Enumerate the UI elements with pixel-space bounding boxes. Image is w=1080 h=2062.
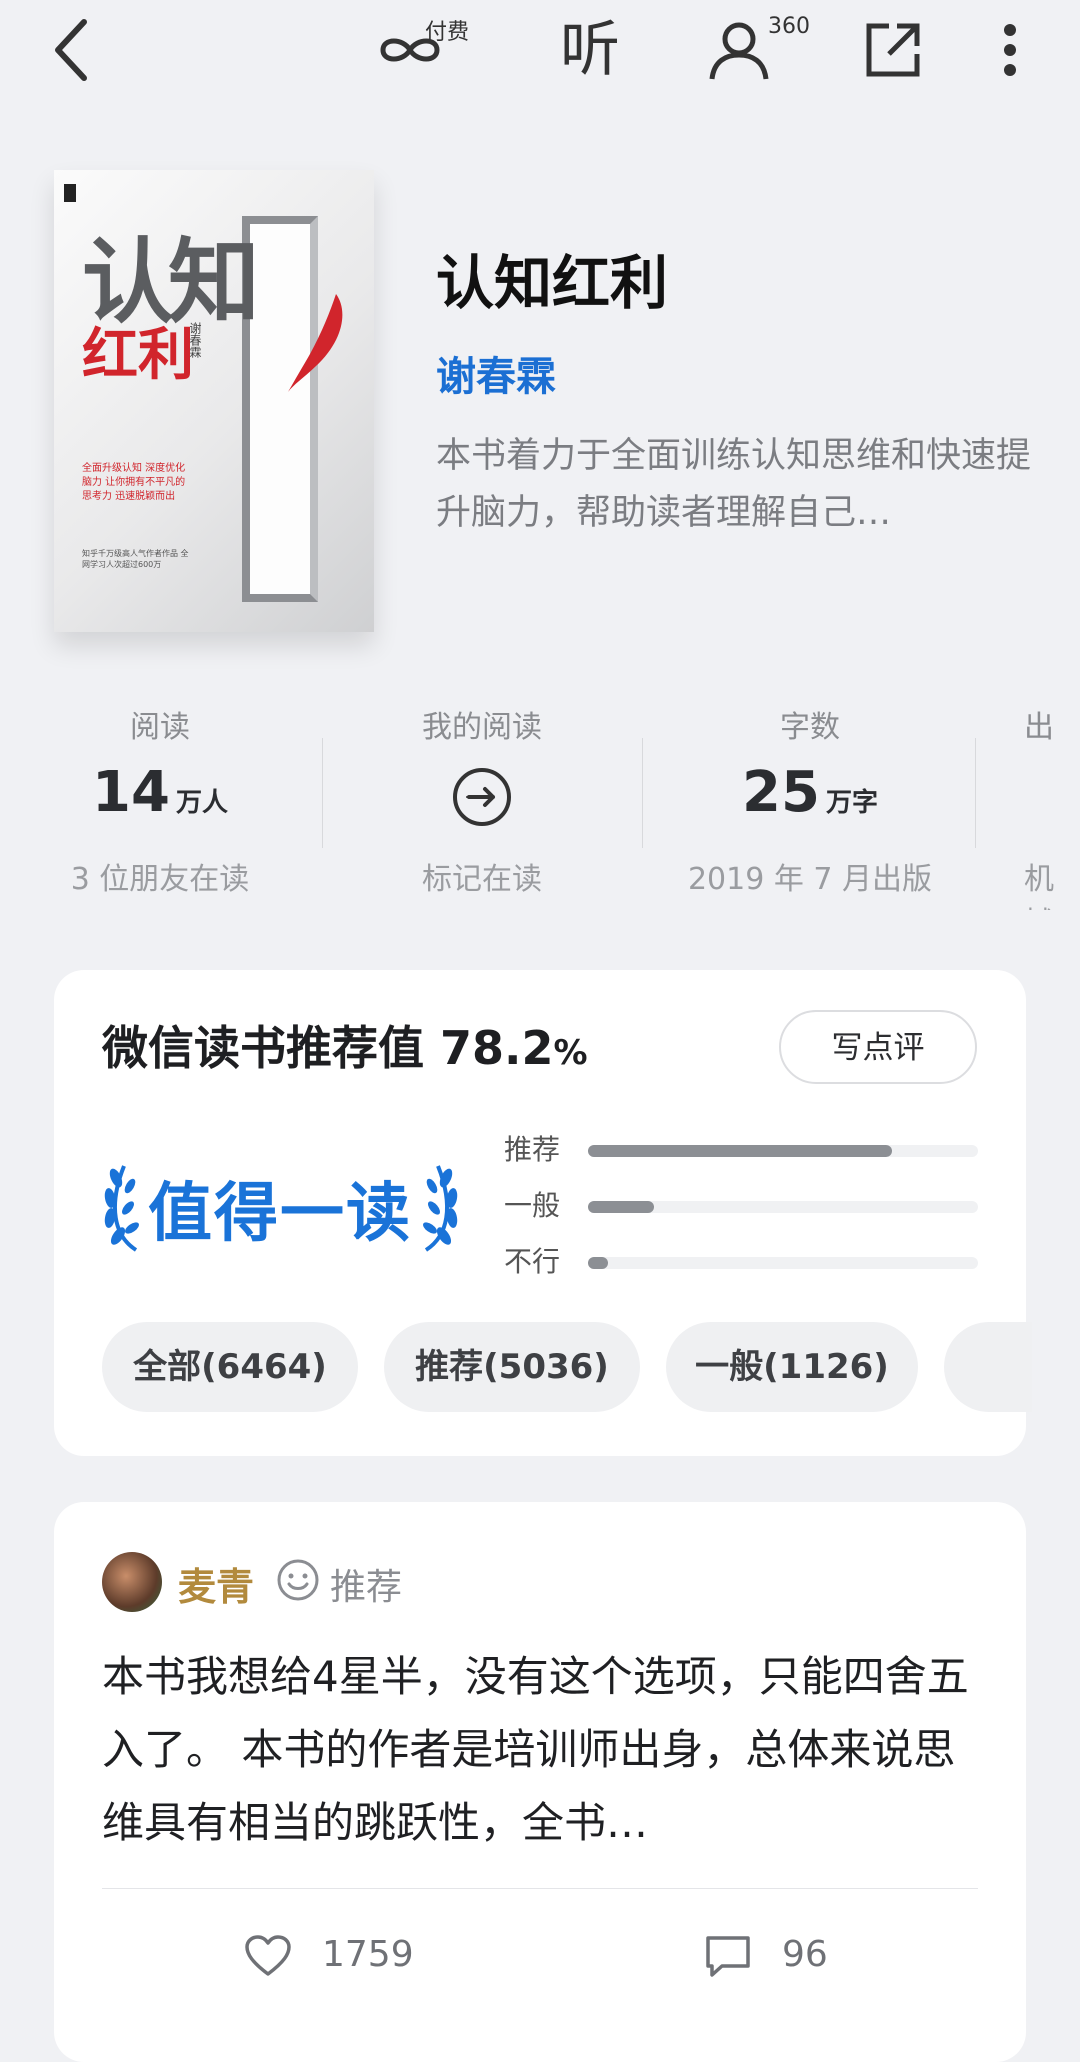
stats-row: 阅读 14 万人 3 位朋友在读 我的阅读 标记在读 字数 25 万字 2019 年…: [0, 690, 1080, 920]
stat-divider: [975, 738, 976, 848]
more-vertical-icon: [1004, 24, 1016, 76]
avatar[interactable]: [102, 1552, 162, 1612]
stat-sub: 机械: [1024, 862, 1054, 910]
stat-sub: 标记在读: [422, 862, 542, 897]
stat-sub: 3 位朋友在读: [70, 862, 250, 897]
more-button[interactable]: [990, 10, 1030, 90]
bar-fill: [588, 1201, 655, 1213]
review-filter-chips: 全部(6464) 推荐(5036) 一般(1126): [102, 1322, 1032, 1412]
bar-fill: [588, 1145, 893, 1157]
paid-label: 付费: [425, 20, 470, 45]
bar-fill: [588, 1257, 608, 1269]
friends-count: 360: [768, 14, 810, 39]
arrow-circle-icon: [453, 768, 511, 826]
rating-card: 微信读书推荐值 78.2% 写点评 值得一读 推荐 一般 不行 全部(6464)…: [54, 970, 1032, 1456]
stat-word-count[interactable]: 字数 25 万字 2019 年 7 月出版: [670, 690, 950, 910]
stat-publisher[interactable]: 出 机械: [1024, 690, 1080, 910]
stat-label: 我的阅读: [422, 710, 542, 745]
cover-author: 谢春霖: [188, 322, 202, 358]
publisher-logo: [64, 184, 76, 202]
stat-label: 出: [1024, 710, 1054, 745]
back-arrow-icon: [55, 19, 87, 81]
recommend-score: 微信读书推荐值 78.2%: [102, 1021, 588, 1075]
review-text[interactable]: 本书我想给4星半，没有这个选项，只能四舍五入了。 本书的作者是培训师出身，总体来…: [102, 1640, 982, 1859]
book-author-link[interactable]: 谢春霖: [436, 344, 556, 402]
friends-reading-button[interactable]: [704, 10, 774, 90]
listen-button[interactable]: 听: [560, 10, 620, 90]
review-verdict: 推荐: [330, 1567, 403, 1608]
book-title: 认知红利: [436, 249, 669, 317]
heart-icon: [245, 1935, 291, 1976]
rating-bar-poor: 不行: [504, 1242, 978, 1282]
comment-icon: [706, 1936, 750, 1977]
review-card[interactable]: 麦青 推荐 本书我想给4星半，没有这个选项，只能四舍五入了。 本书的作者是培训师…: [54, 1502, 1026, 2062]
stat-divider: [322, 738, 323, 848]
stat-sub: 2019 年 7 月出版: [687, 862, 933, 897]
stat-label: 字数: [780, 710, 840, 745]
stat-label: 阅读: [130, 710, 190, 745]
bar-label: 推荐: [504, 1133, 561, 1166]
book-description[interactable]: 本书着力于全面训练认知思维和快速提升脑力，帮助读者理解自己…: [436, 428, 1036, 542]
laurel-right-icon: [423, 1165, 458, 1252]
worth-reading-text: 值得一读: [148, 1177, 412, 1251]
filter-all-chip[interactable]: 全部(6464): [102, 1322, 358, 1412]
filter-average-chip[interactable]: 一般(1126): [666, 1322, 918, 1412]
person-icon: [709, 22, 769, 80]
stat-value: 14 万人: [92, 760, 228, 825]
rating-bar-average: 一般: [504, 1186, 978, 1226]
laurel-left-icon: [104, 1165, 139, 1252]
koi-fish-icon: [288, 294, 343, 392]
stat-value: 25 万字: [742, 760, 878, 825]
share-icon: [866, 23, 920, 77]
stat-readers[interactable]: 阅读 14 万人 3 位朋友在读: [30, 690, 290, 910]
book-cover[interactable]: 认知 红利 谢春霖 全面升级认知 深度优化脑力 让你拥有不平凡的思考力 迅速脱颖…: [54, 170, 374, 632]
back-button[interactable]: [40, 10, 100, 90]
cover-title-line2: 红利: [82, 323, 194, 388]
comment-count: 96: [782, 1934, 828, 1975]
worth-reading-badge: 值得一读: [102, 1156, 462, 1256]
stat-my-reading[interactable]: 我的阅读 标记在读: [352, 690, 612, 910]
reviewer-name[interactable]: 麦青: [178, 1556, 254, 1611]
smile-icon: [277, 1559, 319, 1601]
cover-tagline: 全面升级认知 深度优化脑力 让你拥有不平凡的思考力 迅速脱颖而出: [82, 463, 186, 502]
filter-recommend-chip[interactable]: 推荐(5036): [384, 1322, 640, 1412]
share-button[interactable]: [858, 10, 928, 90]
cover-blurb: 知乎千万级高人气作者作品 全网学习人次超过600万: [82, 549, 189, 569]
divider: [102, 1888, 978, 1889]
bar-label: 一般: [504, 1189, 561, 1222]
top-bar: 付费 听 360: [0, 0, 1080, 100]
stat-divider: [642, 738, 643, 848]
like-count: 1759: [322, 1934, 414, 1975]
filter-more-chip[interactable]: [944, 1322, 1032, 1412]
rating-bar-recommend: 推荐: [504, 1130, 978, 1170]
write-review-button[interactable]: 写点评: [779, 1010, 977, 1084]
bar-label: 不行: [504, 1245, 561, 1278]
